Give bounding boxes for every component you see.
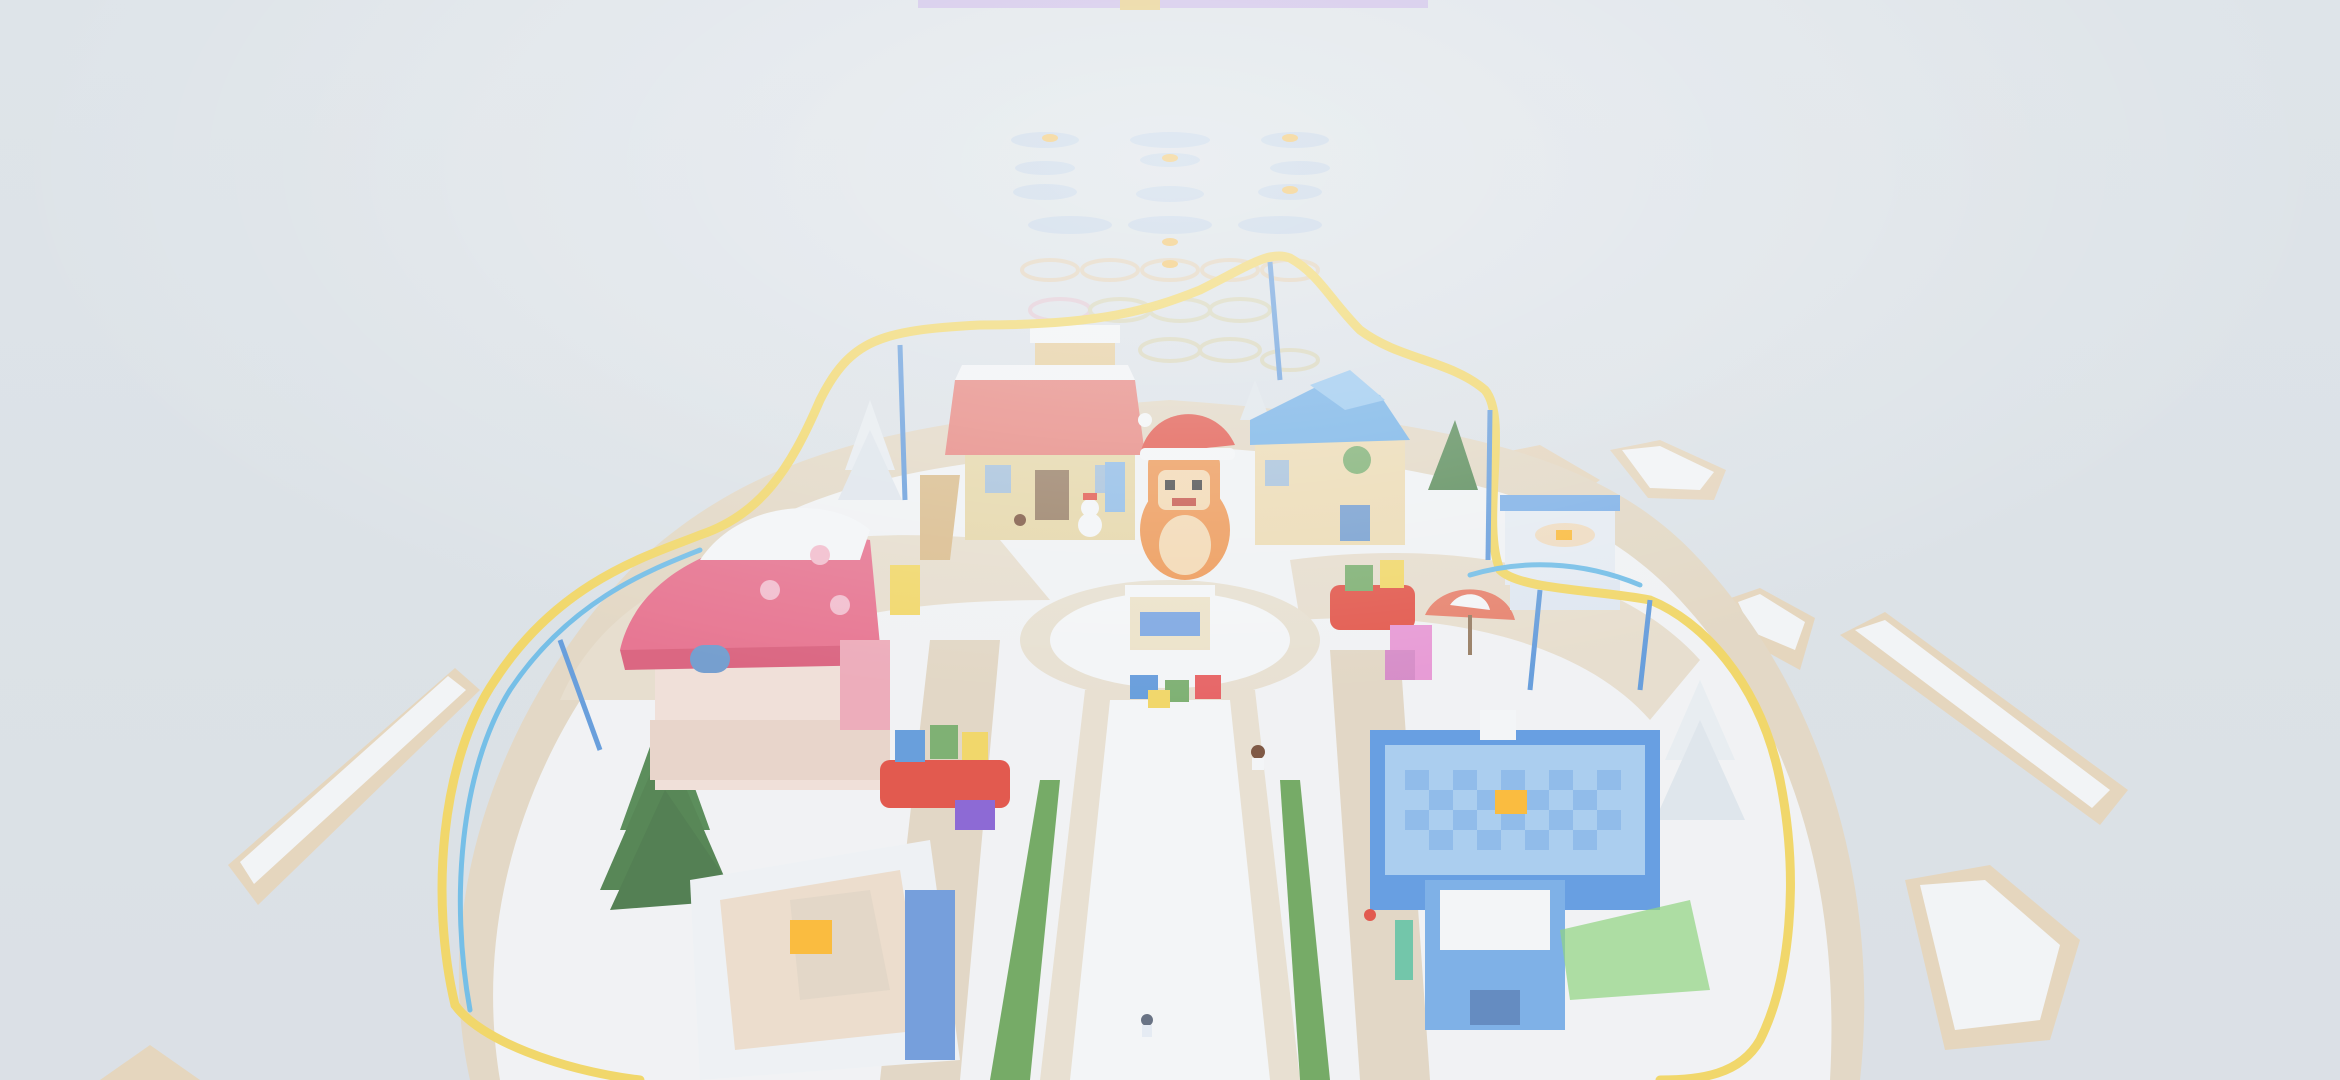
island-scene [0, 0, 2340, 1080]
game-world-view[interactable] [0, 0, 2340, 1080]
